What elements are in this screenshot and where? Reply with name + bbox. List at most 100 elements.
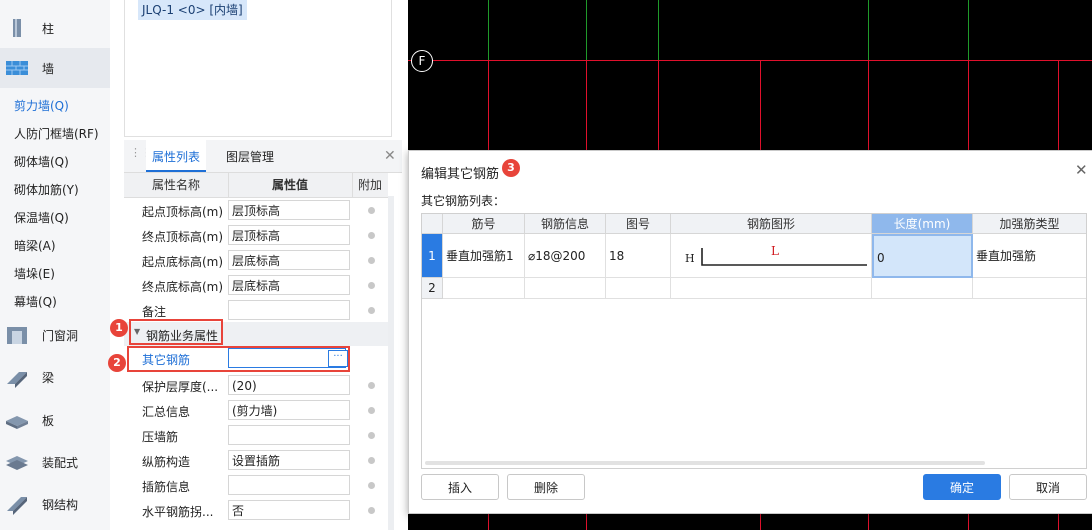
- edit-other-rebar-dialog: 编辑其它钢筋 ✕ 其它钢筋列表： 筋号 钢筋信息 图号 钢筋图形 长度(mm) …: [408, 150, 1092, 514]
- extra-checkbox[interactable]: [368, 382, 375, 389]
- tab-property-list[interactable]: 属性列表: [146, 140, 207, 172]
- prop-value[interactable]: 层顶标高: [228, 200, 350, 220]
- tab-layer-manage[interactable]: 图层管理: [226, 140, 274, 172]
- cell-fig-no[interactable]: 18: [606, 234, 671, 278]
- nav-item-masonry-wall[interactable]: 砌体墙(Q): [14, 153, 69, 170]
- row-number[interactable]: 2: [422, 278, 443, 299]
- prop-value[interactable]: (剪力墙): [228, 400, 350, 420]
- grid-line: [968, 60, 969, 150]
- extra-checkbox[interactable]: [368, 207, 375, 214]
- nav-category-steel[interactable]: 钢结构: [0, 484, 110, 524]
- nav-item-civil-defense-wall[interactable]: 人防门框墙(RF): [14, 125, 99, 142]
- extra-checkbox[interactable]: [368, 257, 375, 264]
- column-header[interactable]: 图号: [606, 214, 671, 234]
- column-header[interactable]: 筋号: [443, 214, 525, 234]
- extra-checkbox[interactable]: [368, 232, 375, 239]
- nav-category-wall[interactable]: 墙: [0, 48, 110, 88]
- cell-bar-shape[interactable]: H L: [671, 234, 872, 278]
- extra-checkbox[interactable]: [368, 432, 375, 439]
- prop-row[interactable]: 起点底标高(m) 层底标高: [124, 249, 388, 274]
- cell-bar-name[interactable]: 垂直加强筋1: [443, 234, 525, 278]
- cell-bar-info[interactable]: ⌀18@200: [525, 234, 606, 278]
- prop-value[interactable]: [228, 475, 350, 495]
- property-table-header: 属性名称 属性值 附加: [124, 173, 388, 198]
- nav-item-wall-pier[interactable]: 墙垛(E): [14, 265, 55, 282]
- nav-category-prefab[interactable]: 装配式: [0, 442, 110, 482]
- extra-checkbox[interactable]: [368, 507, 375, 514]
- cell-bar-shape[interactable]: [671, 278, 872, 299]
- column-header-selected[interactable]: 长度(mm): [872, 214, 973, 234]
- prop-name: 终点底标高(m): [142, 280, 224, 294]
- steel-structure-icon: [7, 497, 27, 515]
- cell-bar-name[interactable]: [443, 278, 525, 299]
- step-marker: 3: [502, 159, 520, 177]
- prop-value[interactable]: 设置插筋: [228, 450, 350, 470]
- close-icon[interactable]: ✕: [384, 148, 396, 164]
- prop-row[interactable]: 纵筋构造 设置插筋: [124, 449, 388, 474]
- prop-value[interactable]: [228, 425, 350, 445]
- nav-item-hidden-beam[interactable]: 暗梁(A): [14, 237, 56, 254]
- nav-category-column[interactable]: 柱: [0, 8, 110, 48]
- extra-checkbox[interactable]: [368, 482, 375, 489]
- row-number[interactable]: 1: [422, 234, 443, 278]
- extra-checkbox[interactable]: [368, 407, 375, 414]
- cell-rebar-type[interactable]: 垂直加强筋: [973, 234, 1086, 278]
- prop-row[interactable]: 终点顶标高(m) 层顶标高: [124, 224, 388, 249]
- grid-line: [760, 60, 761, 150]
- table-horizontal-scrollbar[interactable]: [425, 461, 985, 465]
- prop-row[interactable]: 保护层厚度(... (20): [124, 374, 388, 399]
- shape-label-l: L: [771, 244, 779, 258]
- prop-row[interactable]: 插筋信息: [124, 474, 388, 499]
- column-header[interactable]: 钢筋信息: [525, 214, 606, 234]
- corner-cell: [422, 214, 443, 234]
- cell-bar-info[interactable]: [525, 278, 606, 299]
- close-icon[interactable]: ✕: [1075, 161, 1088, 179]
- cell-rebar-type[interactable]: [973, 278, 1086, 299]
- drag-grip-icon[interactable]: ⋮⋮: [130, 147, 152, 162]
- cell-length-input[interactable]: 0: [872, 234, 973, 278]
- prop-value[interactable]: 层顶标高: [228, 225, 350, 245]
- prop-row[interactable]: 水平钢筋拐... 否: [124, 499, 388, 524]
- nav-category-door-window[interactable]: 门窗洞: [0, 315, 110, 355]
- grid-line: [488, 0, 489, 60]
- cell-fig-no[interactable]: [606, 278, 671, 299]
- left-nav: 柱 墙 剪力墙(Q) 人防门框墙(RF) 砌体墙(Q) 砌体加筋(Y) 保温墙(…: [0, 0, 111, 530]
- nav-category-beam[interactable]: 梁: [0, 357, 110, 397]
- prop-row[interactable]: 起点顶标高(m) 层顶标高: [124, 199, 388, 224]
- cell-length[interactable]: [872, 278, 973, 299]
- extra-checkbox[interactable]: [368, 457, 375, 464]
- nav-category-label: 墙: [42, 61, 55, 76]
- prop-value[interactable]: 层底标高: [228, 275, 350, 295]
- extra-checkbox[interactable]: [368, 307, 375, 314]
- prop-value[interactable]: [228, 300, 350, 320]
- prop-value[interactable]: (20): [228, 375, 350, 395]
- cancel-button[interactable]: 取消: [1009, 474, 1087, 500]
- ok-button[interactable]: 确定: [923, 474, 1001, 500]
- highlight-box-other-rebar: [127, 346, 350, 372]
- grid-line: [1058, 60, 1059, 150]
- prop-name: 起点顶标高(m): [142, 205, 224, 219]
- property-scrollbar[interactable]: [388, 196, 394, 530]
- nav-category-slab[interactable]: 板: [0, 400, 110, 440]
- nav-item-shear-wall[interactable]: 剪力墙(Q): [14, 97, 69, 114]
- prop-value[interactable]: 层底标高: [228, 250, 350, 270]
- prop-row[interactable]: 压墙筋: [124, 424, 388, 449]
- property-tabs: ⋮⋮ 属性列表 图层管理 ✕: [124, 140, 402, 173]
- tree-item-jlq1[interactable]: JLQ-1 <0> [内墙]: [138, 0, 247, 20]
- column-header[interactable]: 钢筋图形: [671, 214, 872, 234]
- grid-line: [1058, 512, 1059, 530]
- delete-button[interactable]: 删除: [507, 474, 585, 500]
- step-marker: 2: [108, 354, 126, 372]
- prop-row[interactable]: 终点底标高(m) 层底标高: [124, 274, 388, 299]
- nav-category-label: 梁: [42, 370, 55, 385]
- extra-checkbox[interactable]: [368, 282, 375, 289]
- grid-line: [760, 512, 761, 530]
- insert-button[interactable]: 插入: [421, 474, 499, 500]
- prop-name: 备注: [142, 305, 167, 319]
- nav-item-masonry-rebar[interactable]: 砌体加筋(Y): [14, 181, 79, 198]
- prop-value[interactable]: 否: [228, 500, 350, 520]
- prop-row[interactable]: 汇总信息 (剪力墙): [124, 399, 388, 424]
- column-header[interactable]: 加强筋类型: [973, 214, 1086, 234]
- nav-item-curtain-wall[interactable]: 幕墙(Q): [14, 293, 57, 310]
- nav-item-insulation-wall[interactable]: 保温墙(Q): [14, 209, 69, 226]
